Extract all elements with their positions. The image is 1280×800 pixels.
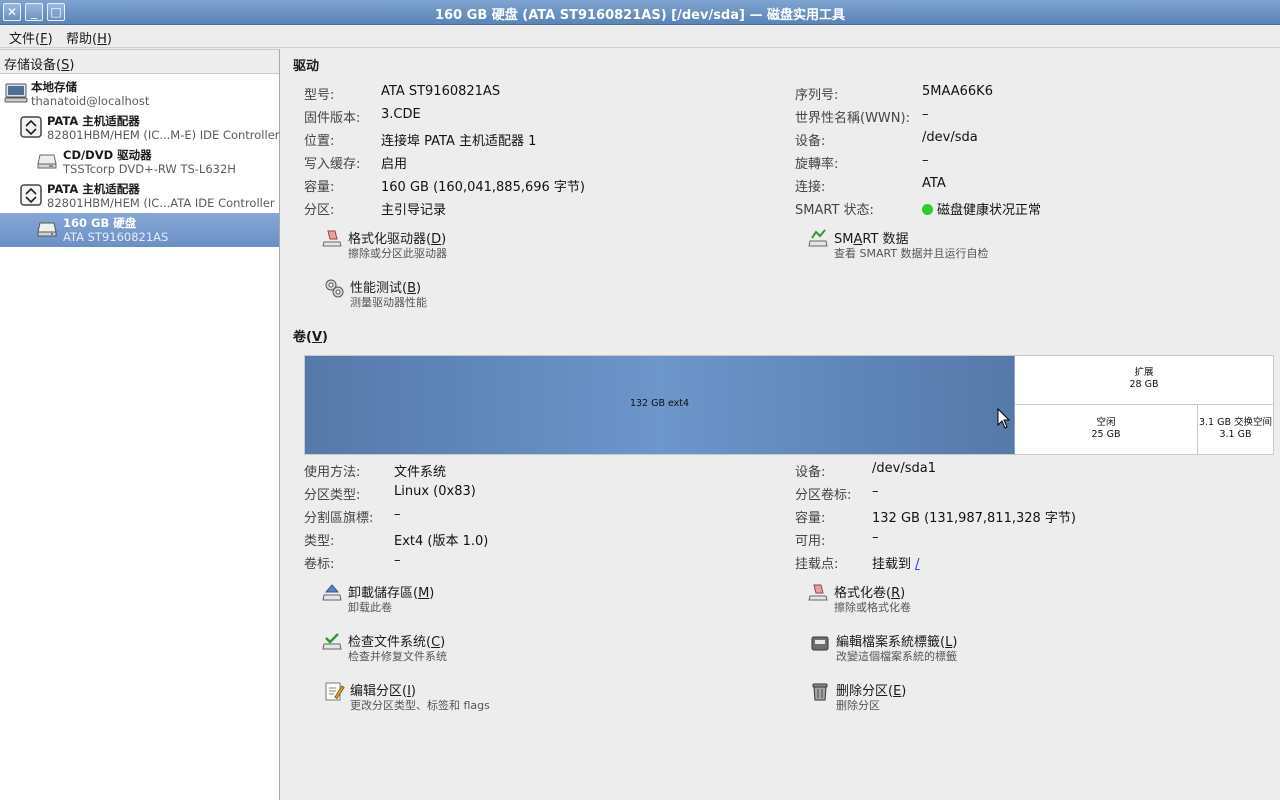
- menu-help[interactable]: 帮助(H): [66, 28, 112, 47]
- drive-location-label: 位置:: [304, 134, 335, 149]
- drive-section-title: 驱动: [293, 59, 320, 74]
- drive-write-cache-label: 写入缓存:: [304, 157, 361, 172]
- drive-capacity-label: 容量:: [304, 180, 335, 195]
- volume-map: 132 GB ext4 扩展 28 GB 空闲 25 GB 3.1 GB 交换空…: [304, 355, 1274, 455]
- eraser-drive-icon: [808, 584, 828, 601]
- sidebar-item-cd-dvd[interactable]: CD/DVD 驱动器 TSSTcorp DVD+-RW TS-L632H: [0, 145, 279, 179]
- volume-segment-swap[interactable]: 3.1 GB 交换空间 3.1 GB: [1198, 405, 1273, 454]
- format-drive-button[interactable]: 格式化驱动器(D) 擦除或分区此驱动器: [321, 228, 641, 264]
- volume-available-label: 可用:: [795, 534, 826, 549]
- drive-wwn-value: –: [922, 107, 929, 122]
- drive-firmware-label: 固件版本:: [304, 111, 361, 126]
- eject-drive-icon: [322, 584, 342, 601]
- drive-partitioning-value: 主引导记录: [381, 203, 447, 218]
- volume-device-label: 设备:: [795, 465, 826, 480]
- volume-partition-label-value: –: [872, 484, 879, 499]
- mount-point-link[interactable]: /: [915, 557, 919, 572]
- drive-rotation-value: –: [922, 153, 929, 168]
- drive-capacity-value: 160 GB (160,041,885,696 字节): [381, 180, 585, 195]
- volume-flags-label: 分割區旗標:: [304, 511, 374, 526]
- eraser-drive-icon: [322, 230, 342, 247]
- details-panel: 驱动 型号: ATA ST9160821AS 固件版本: 3.CDE 位置: 连…: [281, 49, 1280, 800]
- unmount-volume-button[interactable]: 卸載儲存區(M) 卸载此卷: [321, 582, 641, 618]
- volume-mount-point-label: 挂载点:: [795, 557, 839, 572]
- volume-label-value: –: [394, 553, 401, 568]
- benchmark-button[interactable]: 性能测试(B) 测量驱动器性能: [323, 277, 643, 313]
- label-drive-icon: [811, 636, 829, 651]
- volume-device-value: /dev/sda1: [872, 461, 936, 476]
- volume-type-label: 类型:: [304, 534, 335, 549]
- volume-capacity-value: 132 GB (131,987,811,328 字节): [872, 511, 1076, 526]
- check-filesystem-button[interactable]: 检查文件系统(C) 检查并修复文件系统: [321, 631, 641, 667]
- drive-rotation-label: 旋轉率:: [795, 157, 839, 172]
- check-drive-icon: [322, 633, 342, 650]
- drive-location-value: 连接埠 PATA 主机适配器 1: [381, 134, 537, 149]
- computer-icon: [4, 83, 28, 103]
- trash-icon: [812, 683, 828, 701]
- title-bar: ✕ _ □ 160 GB 硬盘 (ATA ST9160821AS) [/dev/…: [0, 0, 1280, 25]
- drive-firmware-value: 3.CDE: [381, 107, 421, 122]
- edit-document-icon: [325, 682, 345, 701]
- drive-device-label: 设备:: [795, 134, 826, 149]
- drive-connection-label: 连接:: [795, 180, 826, 195]
- volume-partition-type-label: 分区类型:: [304, 488, 361, 503]
- edit-partition-button[interactable]: 编辑分区(I) 更改分区类型、标签和 flags: [323, 680, 643, 716]
- hard-disk-icon: [37, 222, 57, 237]
- smart-drive-icon: [808, 229, 828, 247]
- drive-wwn-label: 世界性名稱(WWN):: [795, 111, 910, 126]
- sidebar-header: 存储设备(S): [0, 50, 279, 74]
- drive-connection-value: ATA: [922, 176, 946, 191]
- menu-bar: 文件(F) 帮助(H): [0, 25, 1280, 48]
- drive-partitioning-label: 分区:: [304, 203, 335, 218]
- mouse-cursor-icon: [997, 408, 1011, 429]
- volume-available-value: –: [872, 530, 879, 545]
- volume-usage-label: 使用方法:: [304, 465, 361, 480]
- gears-icon: [325, 279, 344, 298]
- sidebar-item-local-storage[interactable]: 本地存储 thanatoid@localhost: [0, 77, 279, 111]
- volumes-section-title: 卷(V): [293, 330, 328, 345]
- controller-icon: [20, 184, 42, 206]
- volume-label-label: 卷标:: [304, 557, 335, 572]
- drive-serial-value: 5MAA66K6: [922, 84, 993, 99]
- window-title: 160 GB 硬盘 (ATA ST9160821AS) [/dev/sda] —…: [434, 8, 845, 23]
- volume-mount-point-value: 挂载到 /: [872, 557, 920, 572]
- volume-segment-free[interactable]: 空闲 25 GB: [1015, 405, 1198, 454]
- sidebar-item-pata-adapter-1[interactable]: PATA 主机适配器 82801HBM/HEM (IC...M-E) IDE C…: [0, 111, 280, 145]
- volume-type-value: Ext4 (版本 1.0): [394, 534, 489, 549]
- delete-partition-button[interactable]: 删除分区(E) 删除分区: [809, 680, 1129, 716]
- volume-usage-value: 文件系统: [394, 465, 447, 480]
- volume-segment-ext4[interactable]: 132 GB ext4: [305, 356, 1015, 454]
- volume-partition-label-label: 分区卷标:: [795, 488, 852, 503]
- drive-serial-label: 序列号:: [795, 88, 839, 103]
- sidebar-item-pata-adapter-2[interactable]: PATA 主机适配器 82801HBM/HEM (IC...ATA IDE Co…: [0, 179, 279, 213]
- volume-segment-extended[interactable]: 扩展 28 GB: [1015, 356, 1273, 405]
- drive-model-value: ATA ST9160821AS: [381, 84, 501, 99]
- sidebar-item-hard-disk[interactable]: 160 GB 硬盘 ATA ST9160821AS: [0, 213, 279, 247]
- controller-icon: [20, 116, 42, 138]
- storage-devices-sidebar: 存储设备(S) 本地存储 thanatoid@localhost PATA 主机…: [0, 49, 280, 800]
- format-volume-button[interactable]: 格式化卷(R) 擦除或格式化卷: [807, 582, 1127, 618]
- drive-smart-value: 磁盘健康状况正常: [922, 199, 1041, 218]
- edit-filesystem-label-button[interactable]: 編輯檔案系統標籤(L) 改變這個檔案系統的標籤: [809, 631, 1129, 667]
- menu-file[interactable]: 文件(F): [9, 28, 53, 47]
- drive-device-value: /dev/sda: [922, 130, 978, 145]
- status-ok-icon: [922, 204, 933, 215]
- volume-flags-value: –: [394, 507, 401, 522]
- volume-partition-type-value: Linux (0x83): [394, 484, 476, 499]
- drive-write-cache-value: 启用: [381, 157, 408, 172]
- drive-model-label: 型号:: [304, 88, 335, 103]
- smart-data-button[interactable]: SMART 数据 查看 SMART 数据并且运行自检: [807, 228, 1127, 264]
- volume-capacity-label: 容量:: [795, 511, 826, 526]
- drive-smart-label: SMART 状态:: [795, 203, 874, 218]
- optical-drive-icon: [37, 154, 57, 169]
